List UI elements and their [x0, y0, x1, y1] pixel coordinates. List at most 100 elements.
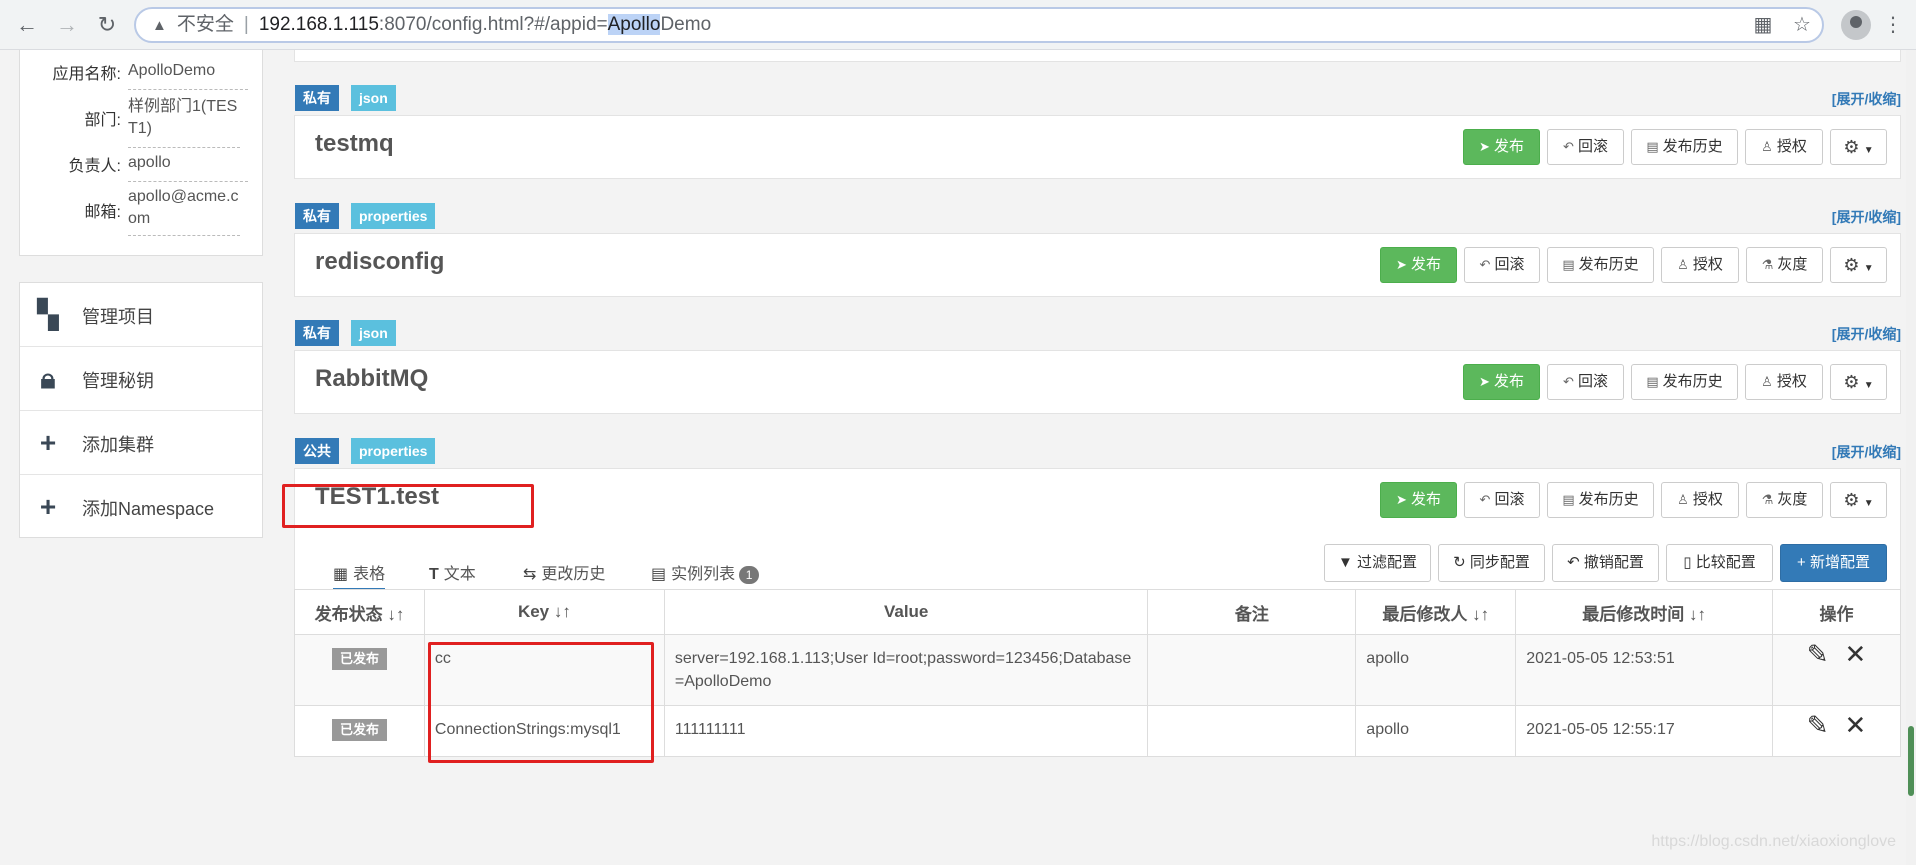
scrollbar-thumb[interactable] [1908, 726, 1914, 796]
gear-icon: ⚙ [1843, 137, 1860, 157]
warning-icon: ▲ [152, 17, 167, 34]
menu-item-add-namespace[interactable]: + 添加Namespace [20, 475, 262, 539]
gear-icon: ⚙ [1843, 372, 1860, 392]
header-modifier[interactable]: 最后修改人 ↓↑ [1355, 589, 1517, 635]
text-icon: T [429, 566, 439, 583]
table-row: 已发布 cc server=192.168.1.113;User Id=root… [294, 634, 1901, 706]
watermark: https://blog.csdn.net/xiaoxionglove [1651, 833, 1896, 850]
edit-icon[interactable]: ✎ [1807, 641, 1829, 667]
dashboard-icon: ▚ [37, 299, 59, 330]
publish-button[interactable]: ➤ 发布 [1380, 247, 1457, 283]
gray-release-button[interactable]: ⚗ 灰度 [1746, 482, 1823, 518]
expand-collapse-link[interactable]: [展开/收缩] [1832, 324, 1901, 344]
back-icon[interactable]: ← [12, 10, 42, 40]
format-tag: properties [351, 203, 436, 229]
tab-text[interactable]: T 文本 [429, 560, 476, 584]
header-key[interactable]: Key ↓↑ [423, 589, 665, 635]
publish-button[interactable]: ➤ 发布 [1463, 364, 1540, 400]
release-history-button[interactable]: ▤ 发布历史 [1547, 482, 1654, 518]
header-status[interactable]: 发布状态 ↓↑ [294, 589, 425, 635]
header-comment: 备注 [1147, 589, 1357, 635]
qr-icon[interactable]: ▦ [1750, 12, 1776, 38]
expand-collapse-link[interactable]: [展开/收缩] [1832, 207, 1901, 227]
forward-icon[interactable]: → [52, 10, 82, 40]
namespace-panel-testmq: testmq ➤ 发布 ↶ 回滚 ▤ 发布历史 ♙ 授权 ⚙ ▼ [294, 115, 1901, 179]
publish-label: 发布 [1410, 491, 1441, 508]
address-bar[interactable]: ▲ 不安全 | 192.168.1.115:8070/config.html?#/ap… [134, 7, 1824, 43]
rollback-button[interactable]: ↶ 回滚 [1464, 247, 1540, 283]
compare-label: 比较配置 [1695, 554, 1756, 571]
user-icon: ♙ [1677, 492, 1689, 507]
delete-icon[interactable]: ✕ [1845, 712, 1867, 738]
side-menu: ▚ 管理项目 🔒︎ 管理秘钥 + 添加集群 + 添加Namespace [19, 282, 263, 538]
time-cell: 2021-05-05 12:55:17 [1515, 705, 1774, 757]
release-history-button[interactable]: ▤ 发布历史 [1631, 129, 1738, 165]
url-host: 192.168.1.115 [258, 14, 379, 35]
gray-release-button[interactable]: ⚗ 灰度 [1746, 247, 1823, 283]
menu-kebab-icon[interactable]: ⋮ [1880, 12, 1906, 38]
settings-dropdown-button[interactable]: ⚙ ▼ [1830, 482, 1887, 518]
comment-cell [1147, 634, 1357, 706]
release-history-button[interactable]: ▤ 发布历史 [1631, 364, 1738, 400]
config-table: 发布状态 ↓↑ Key ↓↑ Value 备注 最后修改人 ↓↑ 最后修改时间 … [294, 589, 1901, 757]
compare-config-button[interactable]: ▯ 比较配置 [1666, 544, 1773, 582]
menu-item-add-cluster[interactable]: + 添加集群 [20, 411, 262, 475]
auth-button[interactable]: ♙ 授权 [1661, 482, 1739, 518]
rollback-button[interactable]: ↶ 回滚 [1547, 364, 1624, 400]
menu-item-label: 添加集群 [82, 435, 154, 455]
tab-table[interactable]: ▦ 表格 [333, 560, 386, 591]
edit-icon[interactable]: ✎ [1807, 712, 1829, 738]
menu-item-label: 管理秘钥 [82, 371, 154, 391]
scope-tag: 私有 [295, 320, 339, 346]
owner-label: 负责人: [68, 158, 121, 175]
tab-instances[interactable]: ▤ 实例列表 1 [651, 560, 760, 584]
scope-tag: 私有 [295, 85, 339, 111]
rollback-button[interactable]: ↶ 回滚 [1464, 482, 1540, 518]
filter-label: 过滤配置 [1357, 554, 1418, 571]
release-history-button[interactable]: ▤ 发布历史 [1547, 247, 1654, 283]
table-row: 已发布 ConnectionStrings:mysql1 111111111 a… [294, 705, 1901, 757]
add-config-button[interactable]: + 新增配置 [1780, 544, 1887, 582]
filter-icon: ▼ [1337, 554, 1353, 571]
menu-item-manage-project[interactable]: ▚ 管理项目 [20, 283, 262, 347]
swap-icon: ⇆ [523, 566, 537, 583]
auth-button[interactable]: ♙ 授权 [1661, 247, 1739, 283]
undo-icon: ↶ [1567, 554, 1580, 571]
lock-icon: 🔒︎ [40, 363, 56, 394]
rollback-button[interactable]: ↶ 回滚 [1547, 129, 1624, 165]
value-cell: 111111111 [663, 705, 1149, 757]
tab-change-history[interactable]: ⇆ 更改历史 [523, 560, 605, 584]
settings-dropdown-button[interactable]: ⚙ ▼ [1830, 247, 1887, 283]
history-label: 发布历史 [1578, 491, 1639, 508]
settings-dropdown-button[interactable]: ⚙ ▼ [1830, 129, 1887, 165]
expand-collapse-link[interactable]: [展开/收缩] [1832, 442, 1901, 462]
email-label: 邮箱: [84, 204, 121, 221]
caret-down-icon: ▼ [1863, 263, 1874, 274]
menu-item-manage-secret[interactable]: 🔒︎ 管理秘钥 [20, 347, 262, 411]
auth-button[interactable]: ♙ 授权 [1745, 364, 1823, 400]
star-icon[interactable]: ☆ [1789, 12, 1815, 38]
filter-config-button[interactable]: ▼ 过滤配置 [1324, 544, 1431, 582]
scope-tag: 私有 [295, 203, 339, 229]
plus-icon: + [1797, 554, 1806, 571]
gear-icon: ⚙ [1843, 255, 1860, 275]
send-icon: ➤ [1479, 374, 1490, 389]
user-icon: ♙ [1677, 257, 1689, 272]
profile-avatar[interactable] [1841, 10, 1871, 40]
auth-button[interactable]: ♙ 授权 [1745, 129, 1823, 165]
header-actions: 操作 [1772, 589, 1901, 635]
expand-collapse-link[interactable]: [展开/收缩] [1832, 89, 1901, 109]
publish-button[interactable]: ➤ 发布 [1380, 482, 1457, 518]
instances-count-badge: 1 [739, 566, 760, 584]
namespace-name: RabbitMQ [315, 365, 429, 392]
settings-dropdown-button[interactable]: ⚙ ▼ [1830, 364, 1887, 400]
revoke-config-button[interactable]: ↶ 撤销配置 [1552, 544, 1659, 582]
delete-icon[interactable]: ✕ [1845, 641, 1867, 667]
sync-config-button[interactable]: ↻ 同步配置 [1438, 544, 1545, 582]
header-modified-time[interactable]: 最后修改时间 ↓↑ [1515, 589, 1774, 635]
reload-icon[interactable]: ↻ [92, 10, 122, 40]
rollback-label: 回滚 [1577, 373, 1608, 390]
page-scrollbar[interactable] [1906, 50, 1916, 865]
publish-button[interactable]: ➤ 发布 [1463, 129, 1540, 165]
owner-value: apollo [128, 152, 248, 182]
